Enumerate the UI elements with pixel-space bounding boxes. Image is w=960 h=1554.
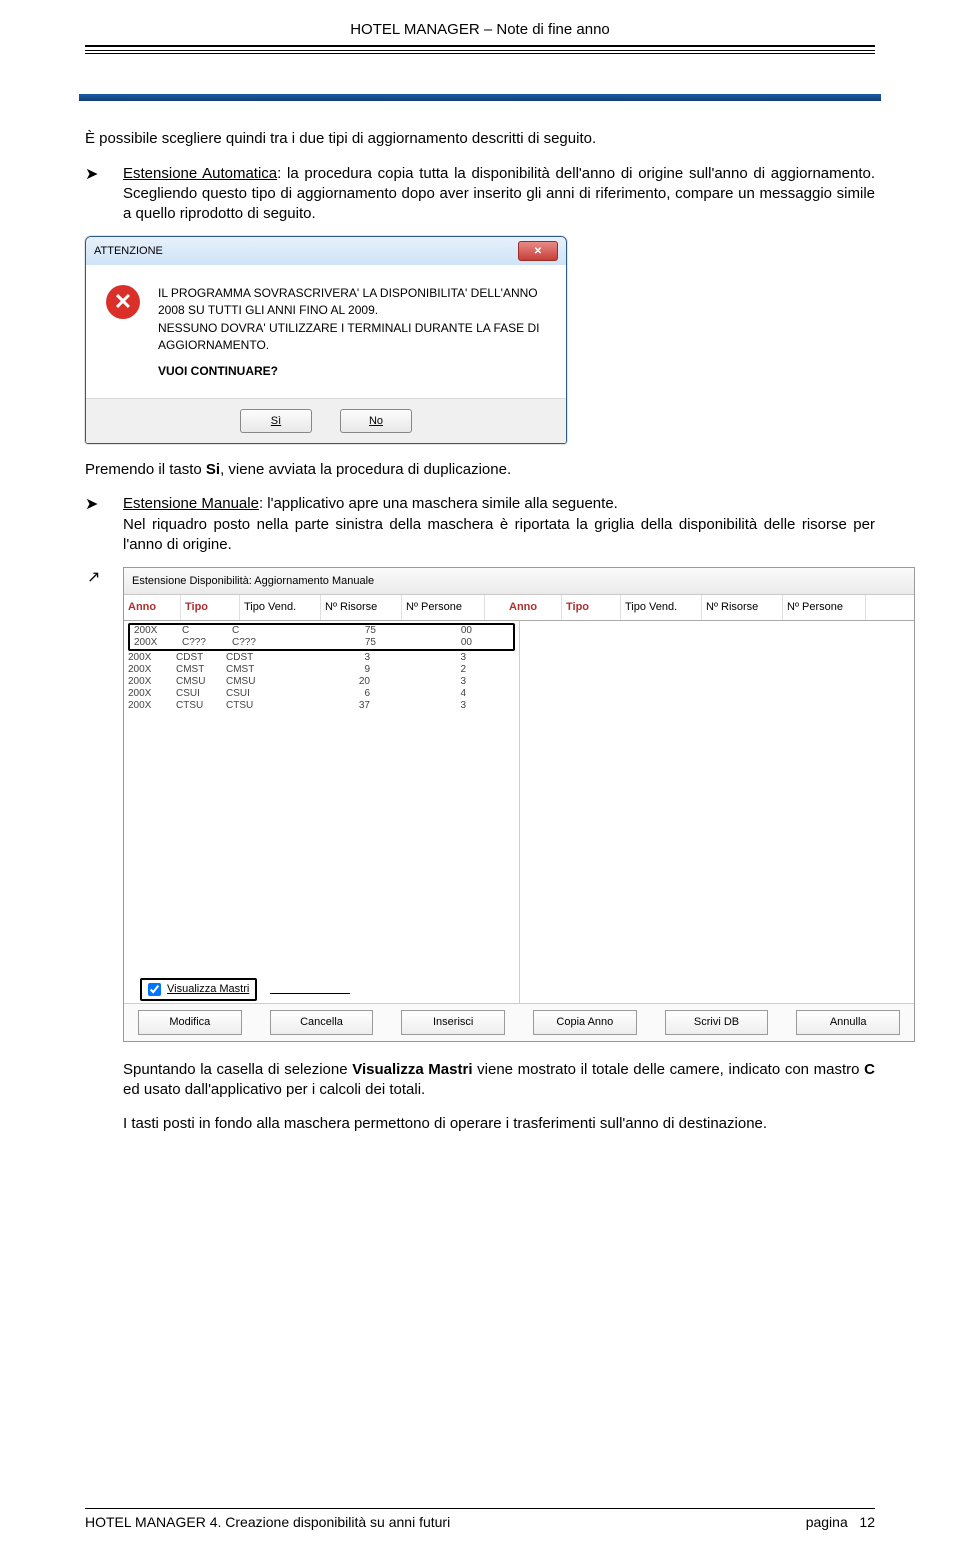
window-title: Estensione Disponibilità: Aggiornamento … bbox=[124, 568, 914, 595]
after-dialog-paragraph: Premendo il tasto Si, viene avviata la p… bbox=[85, 460, 875, 480]
leader-arrow-icon: ↗ bbox=[87, 567, 100, 589]
cancella-button[interactable]: Cancella bbox=[270, 1010, 374, 1035]
table-row: 200XCMSUCMSU203 bbox=[124, 676, 519, 688]
footer-left: HOTEL MANAGER 4. Creazione disponibilità… bbox=[85, 1513, 450, 1532]
footer-right: pagina 12 bbox=[806, 1513, 875, 1532]
ext-auto-label: Estensione Automatica bbox=[123, 165, 277, 182]
visualizza-mastri-checkbox[interactable]: Visualizza Mastri bbox=[140, 978, 257, 1001]
ext-man-label: Estensione Manuale bbox=[123, 495, 259, 512]
leader-line bbox=[270, 993, 350, 994]
modifica-button[interactable]: Modifica bbox=[138, 1010, 242, 1035]
copia-anno-button[interactable]: Copia Anno bbox=[533, 1010, 637, 1035]
scrivi-db-button[interactable]: Scrivi DB bbox=[665, 1010, 769, 1035]
page-footer: HOTEL MANAGER 4. Creazione disponibilità… bbox=[85, 1508, 875, 1532]
post-grid-paragraph-2: I tasti posti in fondo alla maschera per… bbox=[123, 1114, 875, 1134]
table-row: 200XC???C???7500 bbox=[130, 637, 513, 649]
post-grid-paragraph-1: Spuntando la casella di selezione Visual… bbox=[123, 1060, 875, 1101]
bullet-icon: ➤ bbox=[85, 164, 123, 186]
table-row: 200XCMSTCMST92 bbox=[124, 664, 519, 676]
table-row: 200XCTSUCTSU373 bbox=[124, 700, 519, 712]
attention-dialog: ATTENZIONE ✕ ✕ IL PROGRAMMA SOVRASCRIVER… bbox=[85, 236, 567, 444]
close-icon[interactable]: ✕ bbox=[518, 241, 558, 261]
intro-paragraph: È possibile scegliere quindi tra i due t… bbox=[85, 129, 875, 149]
ext-man-text2: Nel riquadro posto nella parte sinistra … bbox=[123, 516, 875, 553]
grid-footer-buttons: Modifica Cancella Inserisci Copia Anno S… bbox=[124, 1003, 914, 1041]
bullet-ext-manual: ➤ Estensione Manuale: l'applicativo apre… bbox=[85, 494, 875, 555]
accent-bar bbox=[79, 94, 881, 101]
header-divider-thin bbox=[85, 53, 875, 54]
dialog-title-text: ATTENZIONE bbox=[94, 244, 163, 259]
dialog-message: IL PROGRAMMA SOVRASCRIVERA' LA DISPONIBI… bbox=[158, 285, 539, 380]
bullet-ext-auto: ➤ Estensione Automatica: la procedura co… bbox=[85, 164, 875, 225]
page-header-title: HOTEL MANAGER – Note di fine anno bbox=[85, 20, 875, 40]
table-row: 200XCC7500 bbox=[130, 625, 513, 637]
error-icon: ✕ bbox=[106, 285, 140, 319]
table-row: 200XCSUICSUI64 bbox=[124, 688, 519, 700]
highlighted-rows: 200XCC7500 200XC???C???7500 bbox=[128, 623, 515, 651]
grid-header: Anno Tipo Tipo Vend. Nº Risorse Nº Perso… bbox=[124, 595, 914, 621]
bullet-icon: ➤ bbox=[85, 494, 123, 516]
no-button[interactable]: No bbox=[340, 409, 412, 433]
ext-man-text: : l'applicativo apre una maschera simile… bbox=[259, 495, 618, 512]
inserisci-button[interactable]: Inserisci bbox=[401, 1010, 505, 1035]
header-divider bbox=[85, 45, 875, 51]
annulla-button[interactable]: Annulla bbox=[796, 1010, 900, 1035]
dialog-titlebar: ATTENZIONE ✕ bbox=[86, 237, 566, 265]
yes-button[interactable]: Sì bbox=[240, 409, 312, 433]
table-row: 200XCDSTCDST33 bbox=[124, 652, 519, 664]
disponibilita-window: Estensione Disponibilità: Aggiornamento … bbox=[123, 567, 915, 1042]
